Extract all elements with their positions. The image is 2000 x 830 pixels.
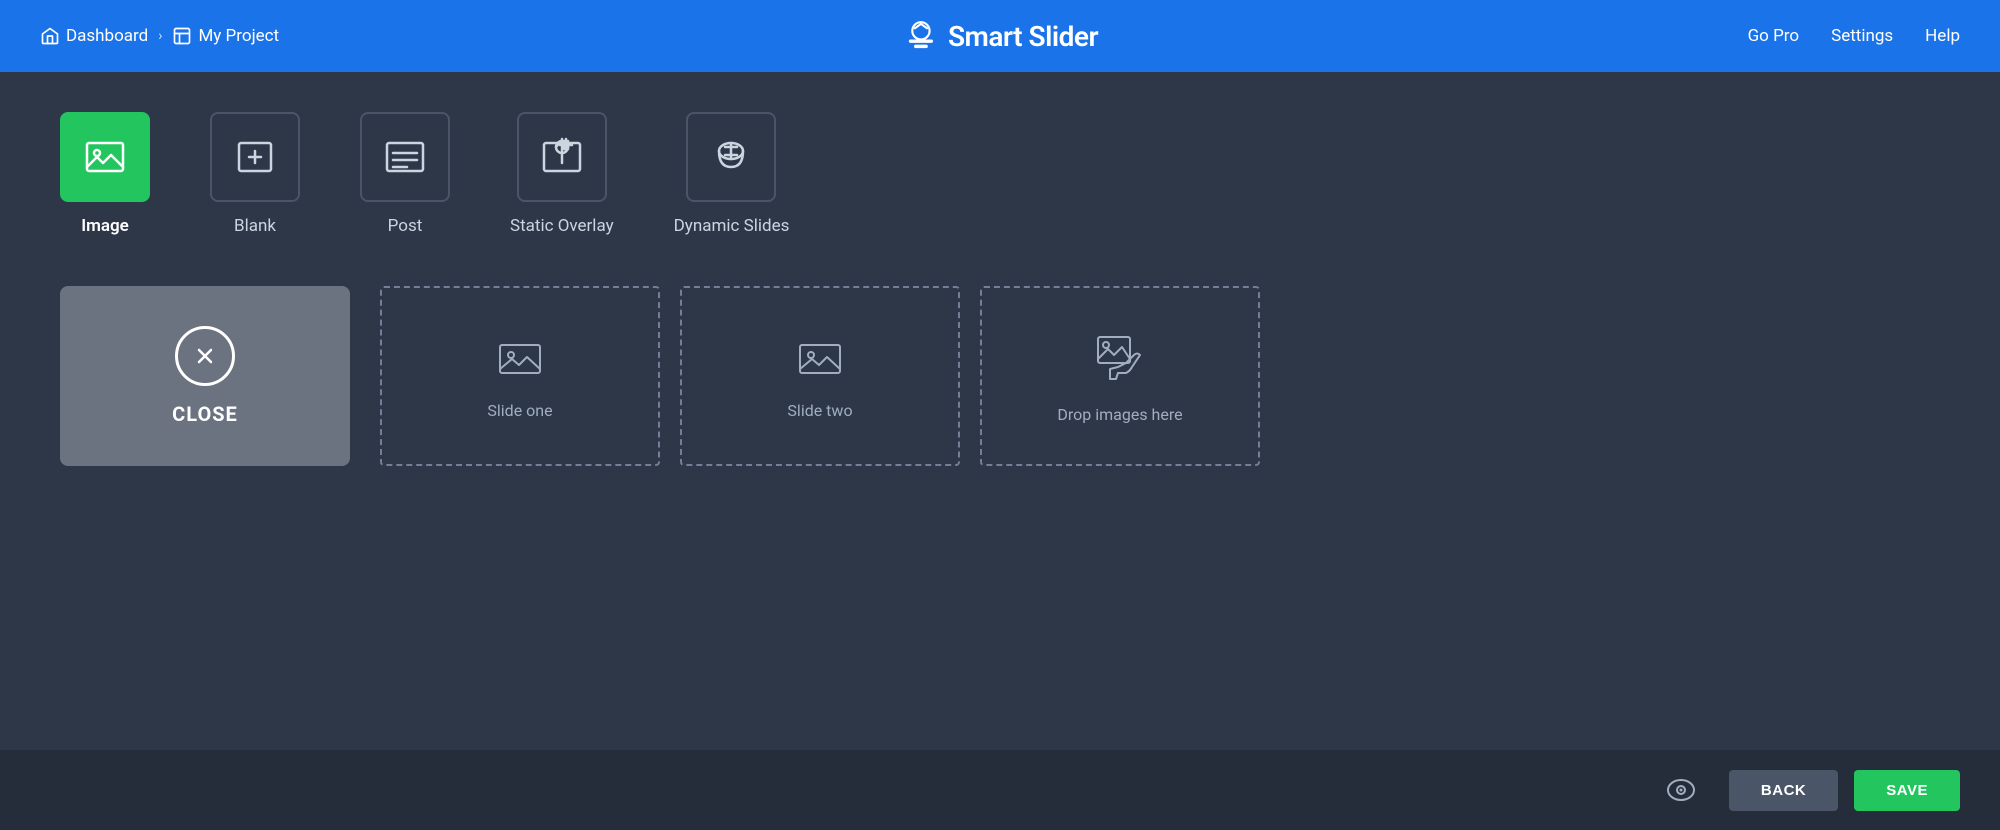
eye-icon <box>1664 773 1698 807</box>
drop-images-icon <box>1090 329 1150 389</box>
breadcrumb: Dashboard › My Project <box>40 26 279 46</box>
type-item-post[interactable]: Post <box>360 112 450 236</box>
slides-area: CLOSE Slide one Slide two <box>60 286 1940 466</box>
type-label-dynamic-slides: Dynamic Slides <box>674 216 790 236</box>
image-type-icon <box>81 133 129 181</box>
header: Dashboard › My Project Smart Slider Go P… <box>0 0 2000 72</box>
project-link[interactable]: My Project <box>172 26 279 46</box>
slide-one-icon <box>494 333 546 385</box>
type-item-blank[interactable]: Blank <box>210 112 300 236</box>
blank-type-icon <box>231 133 279 181</box>
close-circle-icon <box>175 326 235 386</box>
type-label-blank: Blank <box>234 216 276 236</box>
footer: BACK SAVE <box>0 750 2000 830</box>
type-item-dynamic-slides[interactable]: Dynamic Slides <box>674 112 790 236</box>
dashboard-label: Dashboard <box>66 26 148 46</box>
dashboard-link[interactable]: Dashboard <box>40 26 148 46</box>
x-icon <box>191 342 219 370</box>
project-label: My Project <box>198 26 279 46</box>
slide-card-one[interactable]: Slide one <box>380 286 660 466</box>
type-label-post: Post <box>388 216 423 236</box>
slide-one-label: Slide one <box>487 401 552 420</box>
logo-icon <box>902 17 940 55</box>
slide-two-icon <box>794 333 846 385</box>
static-overlay-type-icon <box>538 133 586 181</box>
type-icon-box-dynamic-slides <box>686 112 776 202</box>
type-icon-box-static-overlay <box>517 112 607 202</box>
go-pro-link[interactable]: Go Pro <box>1748 26 1800 46</box>
slide-type-selector: Image Blank Pos <box>60 112 1940 236</box>
type-item-image[interactable]: Image <box>60 112 150 236</box>
home-icon <box>40 26 60 46</box>
type-label-image: Image <box>81 216 129 236</box>
close-panel[interactable]: CLOSE <box>60 286 350 466</box>
project-icon <box>172 26 192 46</box>
post-type-icon <box>381 133 429 181</box>
drop-zone[interactable]: Drop images here <box>980 286 1260 466</box>
app-logo: Smart Slider <box>902 17 1098 55</box>
settings-link[interactable]: Settings <box>1831 26 1893 46</box>
logo-text: Smart Slider <box>948 20 1098 53</box>
type-icon-box-post <box>360 112 450 202</box>
drop-label: Drop images here <box>1057 405 1182 424</box>
close-label: CLOSE <box>172 402 238 426</box>
slide-card-two[interactable]: Slide two <box>680 286 960 466</box>
type-label-static-overlay: Static Overlay <box>510 216 614 236</box>
help-link[interactable]: Help <box>1925 26 1960 46</box>
type-item-static-overlay[interactable]: Static Overlay <box>510 112 614 236</box>
dynamic-slides-type-icon <box>707 133 755 181</box>
save-button[interactable]: SAVE <box>1854 770 1960 811</box>
breadcrumb-separator: › <box>158 28 162 44</box>
main-content: Image Blank Pos <box>0 72 2000 750</box>
type-icon-box-image <box>60 112 150 202</box>
slide-two-label: Slide two <box>787 401 852 420</box>
preview-button[interactable] <box>1659 768 1703 812</box>
back-button[interactable]: BACK <box>1729 770 1838 811</box>
type-icon-box-blank <box>210 112 300 202</box>
header-actions: Go Pro Settings Help <box>1748 26 1960 46</box>
